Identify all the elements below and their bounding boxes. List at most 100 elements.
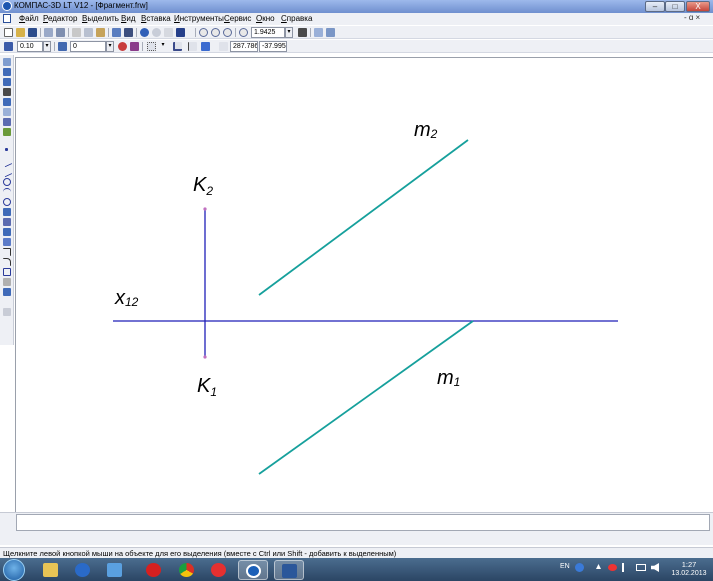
action-center-icon[interactable] bbox=[622, 563, 630, 572]
fillet-tool-icon[interactable] bbox=[3, 258, 11, 266]
circle-tool-icon[interactable] bbox=[3, 178, 11, 186]
select-tool-icon[interactable] bbox=[3, 58, 11, 66]
document-window-controls[interactable]: - ɑ × bbox=[684, 13, 700, 22]
taskbar-player[interactable] bbox=[68, 560, 98, 580]
menu-editor[interactable]: Редактор bbox=[43, 14, 77, 23]
clock-date[interactable]: 13.02.2013 bbox=[667, 570, 711, 577]
measure-tool-icon[interactable] bbox=[3, 118, 11, 126]
polyline-tool-icon[interactable] bbox=[3, 208, 11, 216]
zoom-in-icon[interactable] bbox=[211, 28, 220, 37]
segment-tool-icon[interactable] bbox=[1, 166, 13, 178]
chamfer-tool-icon[interactable] bbox=[3, 248, 11, 256]
zoom-out-icon[interactable] bbox=[223, 28, 232, 37]
open-folder-icon[interactable] bbox=[16, 28, 25, 37]
zoom-window-icon[interactable] bbox=[199, 28, 208, 37]
menu-file[interactable]: Файл bbox=[19, 14, 39, 23]
maximize-button[interactable]: □ bbox=[665, 1, 685, 12]
step-input[interactable]: 0.10 bbox=[17, 41, 43, 52]
pan-icon[interactable] bbox=[298, 28, 307, 37]
minimize-button[interactable]: – bbox=[645, 1, 665, 12]
show-hidden-icons[interactable] bbox=[596, 564, 601, 569]
hatch-tool-icon[interactable] bbox=[3, 278, 11, 286]
color-palette-icon[interactable] bbox=[118, 42, 127, 51]
menu-help[interactable]: Справка bbox=[281, 14, 312, 23]
redo-icon[interactable] bbox=[152, 28, 161, 37]
zoom-scale-icon[interactable] bbox=[239, 28, 248, 37]
menu-select[interactable]: Выделить bbox=[82, 14, 119, 23]
point-tool-icon[interactable] bbox=[5, 148, 8, 151]
arc-tool-icon[interactable] bbox=[3, 188, 11, 196]
menu-insert[interactable]: Вставка bbox=[141, 14, 171, 23]
taskbar-explorer[interactable] bbox=[36, 560, 66, 580]
toolbar-separator bbox=[68, 28, 69, 37]
layer-dropdown-icon[interactable]: ▾ bbox=[106, 41, 114, 52]
library-icon[interactable] bbox=[124, 28, 133, 37]
taskbar-kompas[interactable] bbox=[238, 560, 268, 580]
spline-tool-icon[interactable] bbox=[3, 238, 11, 246]
dimensions-tool-icon[interactable] bbox=[3, 78, 11, 86]
menu-view[interactable]: Вид bbox=[121, 14, 135, 23]
show-all-icon[interactable] bbox=[326, 28, 335, 37]
step-icon[interactable] bbox=[4, 42, 13, 51]
line-m1[interactable] bbox=[258, 320, 474, 475]
nurbs-tool-icon[interactable] bbox=[3, 228, 11, 236]
label-x12: x12 bbox=[114, 287, 139, 309]
editing-tool-icon[interactable] bbox=[3, 98, 11, 106]
equidistant-tool-icon[interactable] bbox=[3, 308, 11, 316]
local-cs-icon[interactable] bbox=[173, 42, 182, 51]
taskbar-opera[interactable] bbox=[139, 560, 169, 580]
property-panel-field[interactable] bbox=[16, 514, 710, 531]
rectangle-tool-icon[interactable] bbox=[3, 268, 11, 276]
point-k1[interactable] bbox=[203, 355, 207, 359]
line-m2[interactable] bbox=[258, 139, 469, 296]
document-icon[interactable] bbox=[3, 14, 11, 23]
clock-time[interactable]: 1:27 bbox=[674, 560, 704, 569]
drawing-canvas[interactable]: K2 K1 x12 m2 m1 bbox=[15, 57, 713, 512]
layer-props-icon[interactable] bbox=[130, 42, 139, 51]
snap-icon[interactable] bbox=[201, 42, 210, 51]
variables-icon[interactable] bbox=[164, 28, 173, 37]
contour-tool-icon[interactable] bbox=[3, 288, 11, 296]
close-button[interactable]: X bbox=[686, 1, 710, 12]
cut-icon[interactable] bbox=[72, 28, 81, 37]
save-icon[interactable] bbox=[28, 28, 37, 37]
zoom-dropdown-icon[interactable]: ▾ bbox=[285, 27, 293, 38]
parametrization-tool-icon[interactable] bbox=[3, 108, 11, 116]
selection-tool-icon[interactable] bbox=[3, 128, 11, 136]
layers-icon[interactable] bbox=[58, 42, 67, 51]
new-document-icon[interactable] bbox=[4, 28, 13, 37]
point-k2[interactable] bbox=[203, 207, 207, 211]
menu-service[interactable]: Сервис bbox=[224, 14, 251, 23]
network-icon[interactable] bbox=[636, 564, 646, 571]
refresh-icon[interactable] bbox=[314, 28, 323, 37]
ortho-icon[interactable] bbox=[188, 42, 197, 51]
help-tray-icon[interactable] bbox=[575, 563, 584, 572]
geometry-tool-icon[interactable] bbox=[3, 68, 11, 76]
taskbar-yandex[interactable] bbox=[204, 560, 234, 580]
start-button[interactable] bbox=[3, 559, 25, 581]
bezier-tool-icon[interactable] bbox=[3, 218, 11, 226]
grid-dropdown-icon[interactable]: ▾ bbox=[159, 41, 167, 52]
copy-icon[interactable] bbox=[84, 28, 93, 37]
properties-icon[interactable] bbox=[112, 28, 121, 37]
menu-tools[interactable]: Инструменты bbox=[174, 14, 224, 23]
zoom-input[interactable]: 1.9425 bbox=[251, 27, 285, 38]
language-indicator[interactable]: EN bbox=[560, 563, 570, 570]
annotation-tool-icon[interactable] bbox=[3, 88, 11, 96]
taskbar-mail[interactable] bbox=[100, 560, 130, 580]
paste-icon[interactable] bbox=[96, 28, 105, 37]
layer-input[interactable]: 0 bbox=[70, 41, 106, 52]
menu-window[interactable]: Окно bbox=[256, 14, 275, 23]
grid-icon[interactable] bbox=[147, 42, 156, 51]
print-preview-icon[interactable] bbox=[44, 28, 53, 37]
step-dropdown-icon[interactable]: ▾ bbox=[43, 41, 51, 52]
ellipse-tool-icon[interactable] bbox=[3, 198, 11, 206]
help-pointer-icon[interactable] bbox=[176, 28, 185, 37]
volume-icon[interactable] bbox=[651, 563, 659, 572]
undo-icon[interactable] bbox=[140, 28, 149, 37]
print-icon[interactable] bbox=[56, 28, 65, 37]
auxiliary-line-icon[interactable] bbox=[1, 156, 13, 168]
taskbar-word[interactable] bbox=[274, 560, 304, 580]
taskbar-chrome[interactable] bbox=[172, 560, 202, 580]
app-tray-icon[interactable] bbox=[608, 564, 617, 571]
